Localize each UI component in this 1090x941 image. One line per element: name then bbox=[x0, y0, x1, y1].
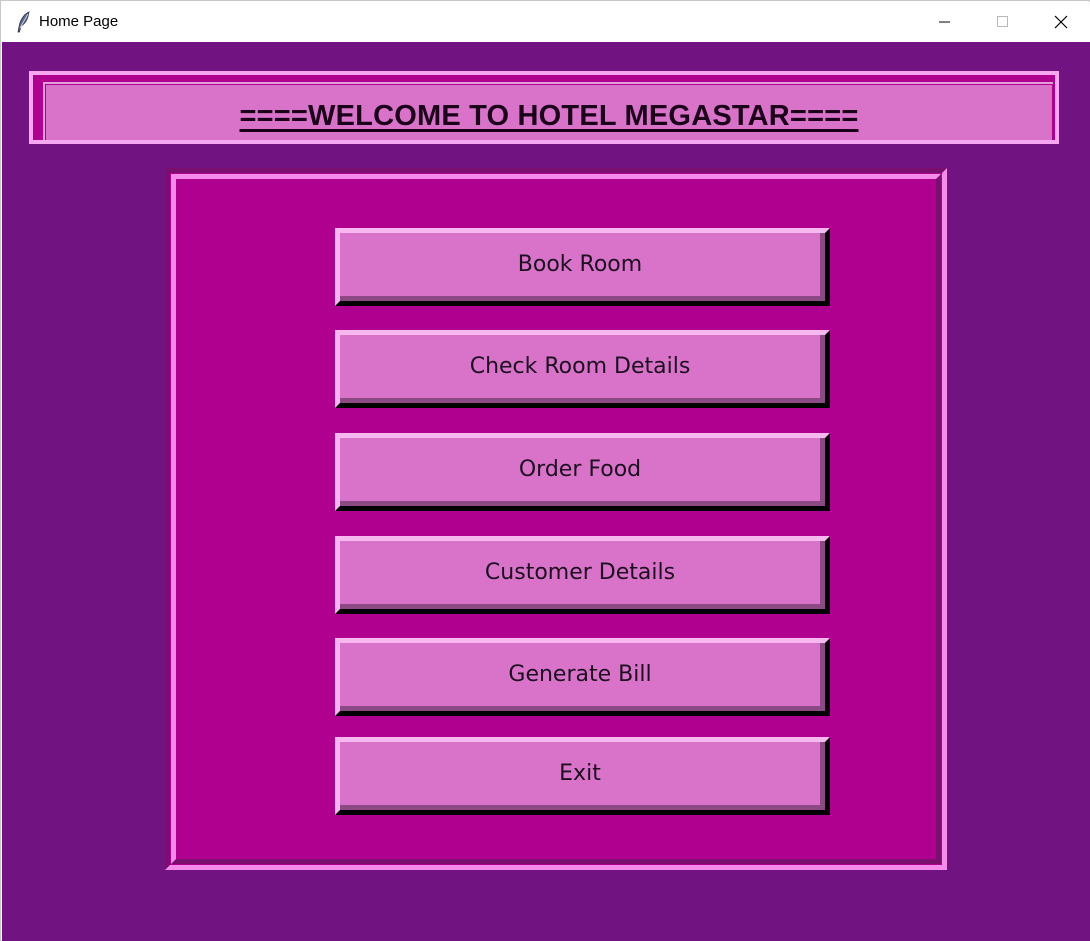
book-room-label: Book Room bbox=[517, 251, 643, 277]
minimize-button[interactable] bbox=[916, 2, 974, 42]
welcome-banner-frame: ====WELCOME TO HOTEL MEGASTAR==== bbox=[33, 75, 1055, 140]
menu-panel: Book Room Check Room Details Order Food … bbox=[165, 168, 947, 870]
check-room-details-label: Check Room Details bbox=[469, 353, 691, 379]
close-icon bbox=[1054, 15, 1068, 29]
title-bar[interactable]: Home Page bbox=[2, 2, 1090, 42]
feather-icon bbox=[16, 11, 32, 33]
welcome-banner: ====WELCOME TO HOTEL MEGASTAR==== bbox=[29, 71, 1059, 144]
maximize-icon bbox=[997, 16, 1008, 27]
close-button[interactable] bbox=[1032, 2, 1090, 42]
window-title: Home Page bbox=[39, 13, 119, 30]
book-room-button[interactable]: Book Room bbox=[335, 228, 830, 306]
exit-label: Exit bbox=[559, 760, 601, 786]
welcome-title: ====WELCOME TO HOTEL MEGASTAR==== bbox=[239, 100, 859, 132]
exit-button[interactable]: Exit bbox=[335, 737, 830, 815]
app-client-area: ====WELCOME TO HOTEL MEGASTAR==== Book R… bbox=[2, 42, 1090, 941]
order-food-button[interactable]: Order Food bbox=[335, 433, 830, 511]
minimize-icon bbox=[939, 21, 950, 23]
order-food-label: Order Food bbox=[518, 456, 642, 482]
menu-panel-frame: Book Room Check Room Details Order Food … bbox=[171, 174, 941, 864]
customer-details-label: Customer Details bbox=[484, 559, 676, 585]
app-window: Home Page ====WELCOME TO HOTEL MEGASTAR=… bbox=[0, 0, 1090, 941]
generate-bill-label: Generate Bill bbox=[508, 661, 652, 687]
generate-bill-button[interactable]: Generate Bill bbox=[335, 638, 830, 716]
maximize-button[interactable] bbox=[974, 2, 1032, 42]
check-room-details-button[interactable]: Check Room Details bbox=[335, 330, 830, 408]
customer-details-button[interactable]: Customer Details bbox=[335, 536, 830, 614]
